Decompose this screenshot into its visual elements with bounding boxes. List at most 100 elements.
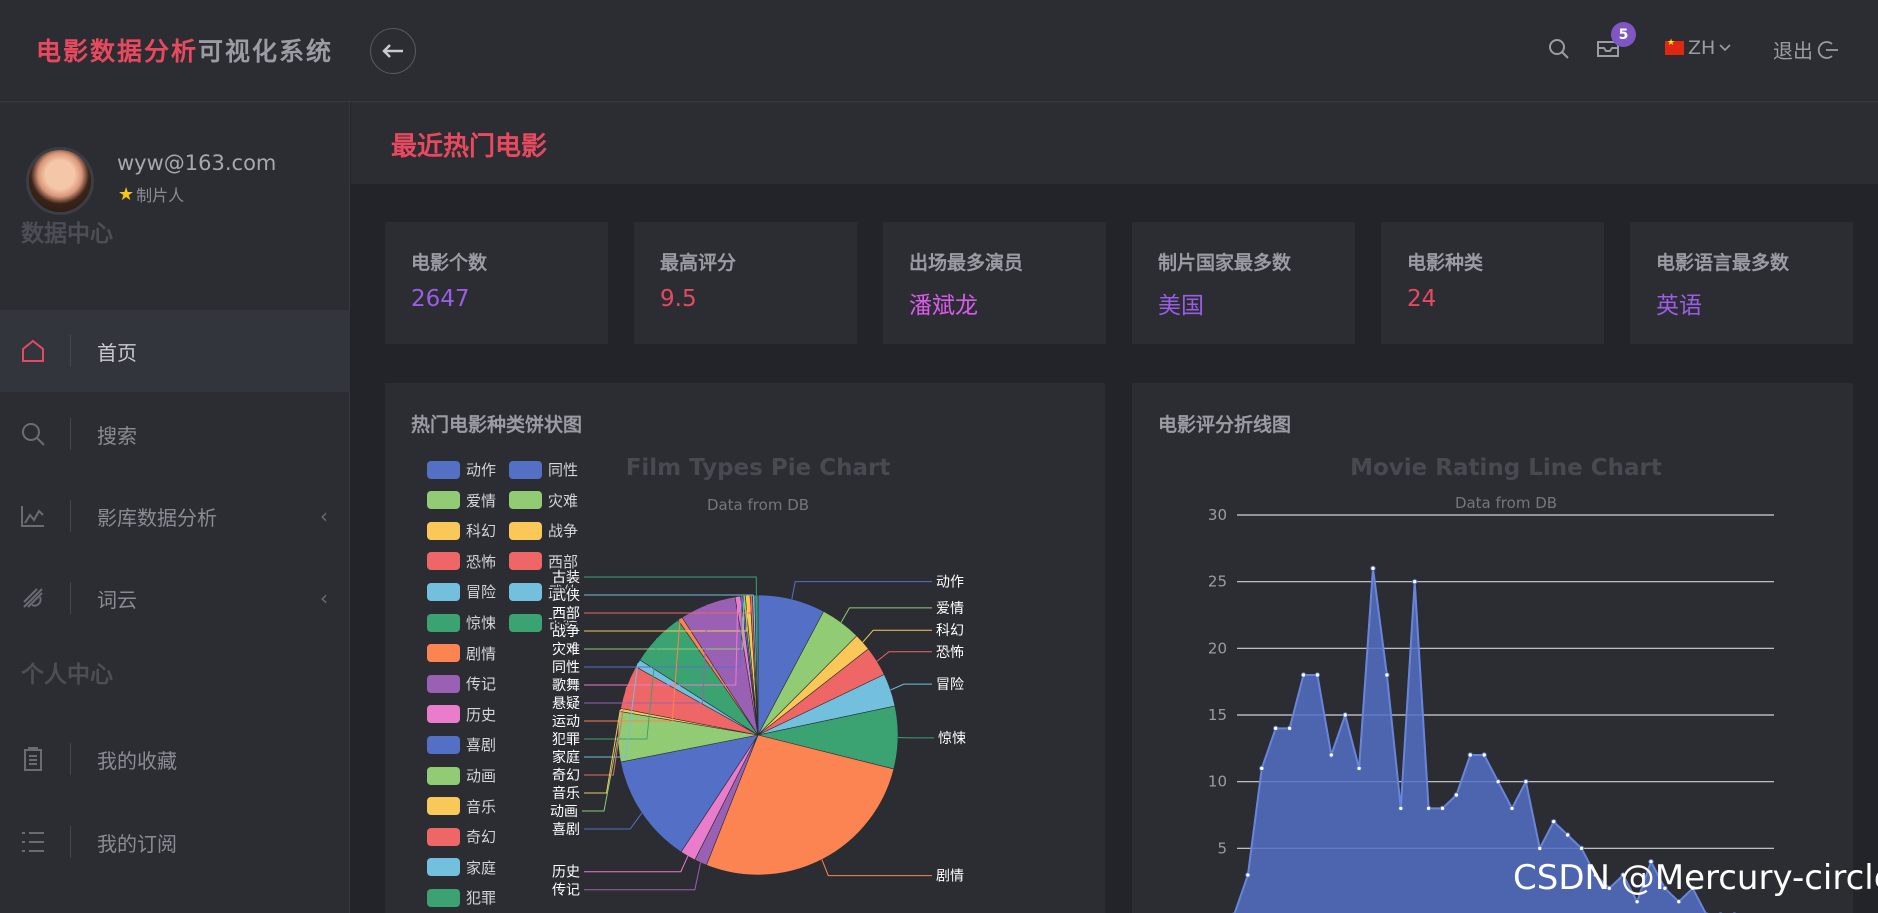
line-chart: Movie Rating Line Chart Data from DB 5 10… (1208, 455, 1774, 913)
data-point[interactable] (1356, 765, 1362, 772)
search-icon (22, 423, 45, 446)
pie-label: 犯罪 (552, 732, 580, 748)
y-tick-label: 15 (1208, 706, 1227, 724)
data-point[interactable] (1467, 752, 1473, 758)
pie-label-line (791, 581, 932, 600)
data-point[interactable] (1578, 845, 1585, 852)
data-point[interactable] (1259, 765, 1265, 772)
home-icon (22, 339, 44, 362)
data-point[interactable] (1286, 725, 1293, 732)
sidebar-item-analysis[interactable]: 影库数据分析 ‹ (0, 475, 350, 557)
language-selector[interactable]: ZH (1665, 37, 1731, 59)
sidebar-item-search[interactable]: 搜索 (0, 393, 350, 475)
y-tick-label: 5 (1217, 839, 1227, 857)
star-icon: ★ (118, 183, 135, 205)
data-point[interactable] (1676, 898, 1682, 905)
data-point[interactable] (1314, 672, 1321, 678)
data-point[interactable] (1398, 805, 1404, 812)
pie-label: 剧情 (936, 869, 964, 885)
nav-separator (70, 418, 71, 450)
sidebar-item-label: 搜索 (97, 423, 137, 448)
cloud-icon (23, 588, 43, 608)
pie-label: 家庭 (552, 749, 580, 766)
data-point[interactable] (1481, 752, 1487, 758)
data-point[interactable] (1564, 832, 1571, 838)
y-tick-label: 30 (1208, 506, 1227, 524)
stat-label: 电影语言最多数 (1656, 252, 1790, 274)
section-data-center: 数据中心 (21, 221, 113, 247)
user-role-label: 制片人 (136, 186, 185, 205)
data-point[interactable] (1342, 712, 1348, 718)
data-point[interactable] (1523, 778, 1529, 785)
stat-card-movie-count: 电影个数 2647 (385, 222, 608, 344)
data-point[interactable] (1300, 672, 1307, 678)
pie-label-line (584, 686, 628, 776)
y-tick-label: 20 (1208, 639, 1227, 657)
app-title-part1: 电影数据分析 (36, 37, 199, 66)
data-point[interactable] (1453, 792, 1460, 798)
page-title-bar: 最近热门电影 (351, 102, 1878, 184)
pie-label: 灾难 (552, 641, 580, 658)
top-header: 电影数据分析可视化系统 5 ZH 退出 (0, 0, 1878, 102)
logout-label: 退出 (1773, 39, 1813, 63)
chevron-down-icon (1719, 44, 1731, 52)
stat-label: 制片国家最多数 (1158, 252, 1292, 274)
collapse-sidebar-button[interactable] (370, 28, 416, 74)
data-point[interactable] (1384, 672, 1390, 678)
pie-label: 西部 (552, 606, 580, 622)
section-personal-center: 个人中心 (21, 662, 113, 688)
sidebar-item-wordcloud[interactable]: 词云 ‹ (0, 557, 350, 639)
sidebar-item-home[interactable]: 首页 (0, 310, 350, 392)
app-title: 电影数据分析可视化系统 (36, 32, 333, 68)
stat-value: 美国 (1158, 293, 1204, 319)
sidebar-item-label: 我的订阅 (97, 831, 177, 856)
avatar[interactable] (26, 147, 94, 215)
data-point[interactable] (1634, 898, 1640, 905)
pie-label: 战争 (552, 624, 580, 640)
sidebar-item-label: 我的收藏 (97, 748, 177, 773)
data-point[interactable] (1551, 818, 1557, 825)
stat-label: 出场最多演员 (909, 252, 1024, 274)
stat-label: 电影个数 (411, 252, 488, 274)
pie-label: 科幻 (936, 623, 964, 639)
data-point[interactable] (1273, 725, 1279, 732)
chevron-left-icon: ‹ (320, 586, 328, 610)
nav-separator (70, 743, 71, 775)
nav-separator (70, 500, 71, 532)
data-point[interactable] (1439, 805, 1446, 812)
pie-label-line (876, 651, 932, 662)
data-point[interactable] (1509, 805, 1515, 812)
stat-card-top-rating: 最高评分 9.5 (634, 222, 857, 344)
chart-title: Movie Rating Line Chart (1350, 455, 1662, 481)
logout-button[interactable]: 退出 (1773, 35, 1839, 64)
chart-title: Film Types Pie Chart (626, 455, 891, 481)
pie-label: 动画 (550, 804, 578, 820)
language-label: ZH (1688, 37, 1716, 59)
stat-value: 英语 (1656, 293, 1702, 319)
arrow-left-icon (382, 44, 403, 58)
data-point[interactable] (1425, 805, 1432, 812)
pie-label: 历史 (552, 865, 580, 881)
pie-chart-panel: 热门电影种类饼状图 动作 爱情 科幻 恐怖 冒险 惊悚 剧情 传记 历史 喜剧 动画 音乐 奇幻 家庭 犯罪… (385, 383, 1105, 913)
data-point[interactable] (1412, 578, 1418, 585)
data-point[interactable] (1328, 752, 1335, 758)
pie-label: 同性 (552, 660, 580, 676)
data-point[interactable] (1495, 778, 1501, 785)
stat-value: 9.5 (660, 286, 697, 312)
data-point[interactable] (1245, 872, 1251, 878)
sidebar-item-label: 词云 (97, 587, 137, 612)
pie-label-line (821, 859, 932, 877)
data-point[interactable] (1537, 845, 1543, 852)
stat-value: 24 (1407, 286, 1437, 312)
stat-label: 电影种类 (1407, 252, 1484, 274)
notification-badge: 5 (1611, 22, 1636, 47)
sidebar-item-subscriptions[interactable]: 我的订阅 (0, 801, 350, 883)
sidebar-item-label: 首页 (97, 340, 137, 365)
stat-value: 2647 (411, 286, 470, 312)
search-icon[interactable] (1546, 36, 1572, 62)
sidebar-item-favorites[interactable]: 我的收藏 (0, 718, 350, 800)
pie-label-line (890, 683, 932, 691)
pie-label: 奇幻 (552, 767, 580, 784)
data-point[interactable] (1370, 565, 1376, 572)
clipboard-icon (24, 747, 42, 771)
